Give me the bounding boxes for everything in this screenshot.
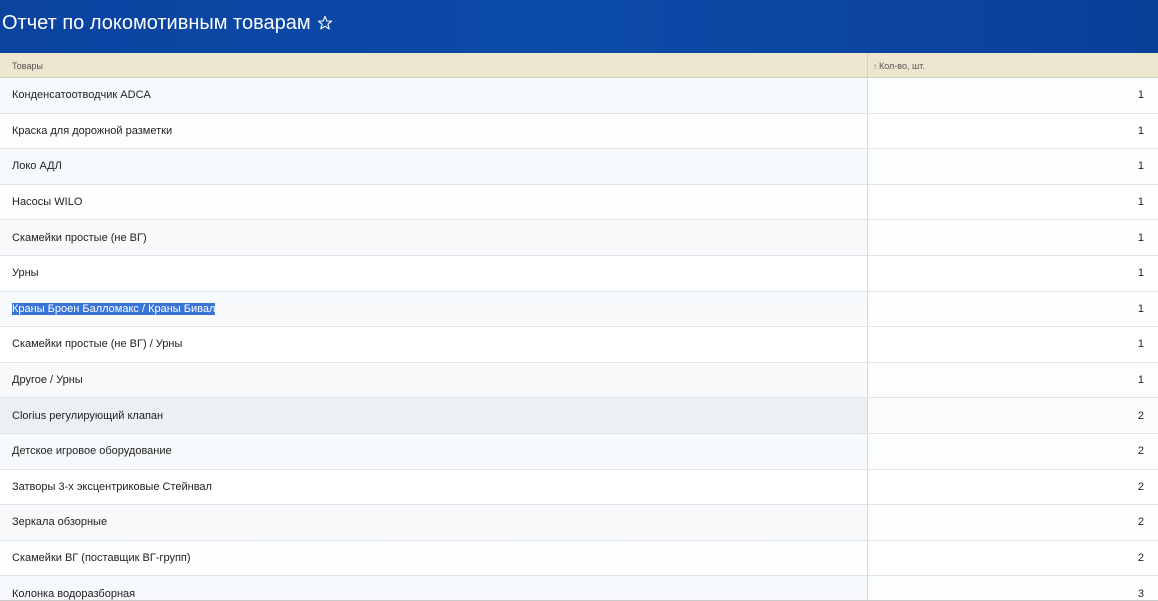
cell-quantity: 3	[867, 576, 1158, 600]
goods-name-text: Насосы WILO	[12, 196, 83, 209]
table-row[interactable]: Другое / Урны 1	[0, 362, 1158, 399]
table-row[interactable]: Колонка водоразборная 3	[0, 576, 1158, 600]
table-body: Конденсатоотводчик ADCA 1 Краска для дорож…	[0, 78, 1158, 600]
cell-goods-name: Насосы WILO	[0, 185, 867, 220]
table-row[interactable]: Скамейки ВГ (поставщик ВГ-групп) 2	[0, 540, 1158, 577]
table-row[interactable]: Зеркала обзорные 2	[0, 505, 1158, 541]
table-row[interactable]: Урны 1	[0, 255, 1158, 292]
table-row[interactable]: Конденсатоотводчик ADCA 1	[0, 78, 1158, 114]
cell-quantity: 2	[867, 433, 1158, 469]
goods-name-text: Краска для дорожной разметки	[12, 124, 173, 137]
goods-name-text: Краны Броен Балломакс / Краны Бивал	[12, 302, 216, 315]
table-row[interactable]: Насосы WILO 1	[0, 184, 1158, 221]
table-row[interactable]: Детское игровое оборудование 2	[0, 433, 1158, 470]
cell-goods-name: Затворы 3-х эксцентриковые Стейнвал	[0, 470, 867, 505]
goods-name-text: Колонка водоразборная	[12, 587, 136, 600]
cell-quantity: 1	[867, 327, 1158, 362]
goods-name-text: Локо АДЛ	[12, 160, 62, 173]
cell-goods-name: Краны Броен Балломакс / Краны Бивал	[0, 292, 867, 327]
table-row[interactable]: Скамейки простые (не ВГ) / Урны 1	[0, 327, 1158, 363]
cell-goods-name: Урны	[0, 256, 867, 291]
cell-quantity: 2	[867, 540, 1158, 576]
cell-goods-name: Скамейки ВГ (поставщик ВГ-групп)	[0, 541, 867, 576]
column-header-quantity[interactable]: ↑ Кол-во, шт.	[867, 53, 1158, 77]
table-row[interactable]: Затворы 3-х эксцентриковые Стейнвал 2	[0, 469, 1158, 506]
goods-name-text: Скамейки простые (не ВГ)	[12, 231, 147, 244]
cell-quantity: 1	[867, 362, 1158, 398]
cell-quantity: 2	[867, 398, 1158, 433]
cell-quantity: 1	[867, 291, 1158, 327]
goods-name-text: Скамейки ВГ (поставщик ВГ-групп)	[12, 552, 191, 565]
sort-asc-icon: ↑	[873, 62, 877, 71]
table-row[interactable]: Краска для дорожной разметки 1	[0, 113, 1158, 150]
cell-goods-name: Зеркала обзорные	[0, 505, 867, 540]
table-row[interactable]: Clorius регулирующий клапан 2	[0, 398, 1158, 434]
goods-name-text: Конденсатоотводчик ADCA	[12, 89, 151, 102]
report-table: Товары ↑ Кол-во, шт. Конденсатоотводчик A…	[0, 53, 1158, 601]
cell-goods-name: Скамейки простые (не ВГ) / Урны	[0, 327, 867, 362]
cell-goods-name: Краска для дорожной разметки	[0, 114, 867, 149]
goods-name-text: Другое / Урны	[12, 374, 83, 387]
star-outline-icon[interactable]	[317, 15, 333, 31]
table-row[interactable]: Локо АДЛ 1	[0, 149, 1158, 185]
goods-name-text: Урны	[12, 267, 39, 280]
goods-name-text: Clorius регулирующий клапан	[12, 409, 164, 422]
cell-goods-name: Колонка водоразборная	[0, 576, 867, 600]
page-header: Отчет по локомотивным товарам	[0, 0, 1158, 53]
goods-name-text: Зеркала обзорные	[12, 516, 108, 529]
goods-name-text: Скамейки простые (не ВГ) / Урны	[12, 338, 183, 351]
cell-quantity: 1	[867, 113, 1158, 149]
goods-name-text: Затворы 3-х эксцентриковые Стейнвал	[12, 480, 212, 493]
table-header: Товары ↑ Кол-во, шт.	[0, 53, 1158, 78]
table-row[interactable]: Скамейки простые (не ВГ) 1	[0, 220, 1158, 256]
page-title: Отчет по локомотивным товарам	[2, 11, 311, 34]
cell-quantity: 2	[867, 469, 1158, 505]
cell-quantity: 1	[867, 220, 1158, 255]
cell-goods-name: Локо АДЛ	[0, 149, 867, 184]
cell-goods-name: Другое / Урны	[0, 363, 867, 398]
column-header-quantity-label: Кол-во, шт.	[879, 61, 925, 71]
goods-name-text: Детское игровое оборудование	[12, 445, 172, 458]
cell-goods-name: Конденсатоотводчик ADCA	[0, 78, 867, 113]
cell-quantity: 2	[867, 505, 1158, 540]
cell-quantity: 1	[867, 78, 1158, 113]
column-header-goods[interactable]: Товары	[0, 53, 867, 77]
cell-goods-name: Скамейки простые (не ВГ)	[0, 220, 867, 255]
cell-goods-name: Clorius регулирующий клапан	[0, 398, 867, 433]
cell-quantity: 1	[867, 184, 1158, 220]
cell-quantity: 1	[867, 255, 1158, 291]
table-row[interactable]: Краны Броен Балломакс / Краны Бивал 1	[0, 291, 1158, 328]
cell-quantity: 1	[867, 149, 1158, 184]
cell-goods-name: Детское игровое оборудование	[0, 434, 867, 469]
